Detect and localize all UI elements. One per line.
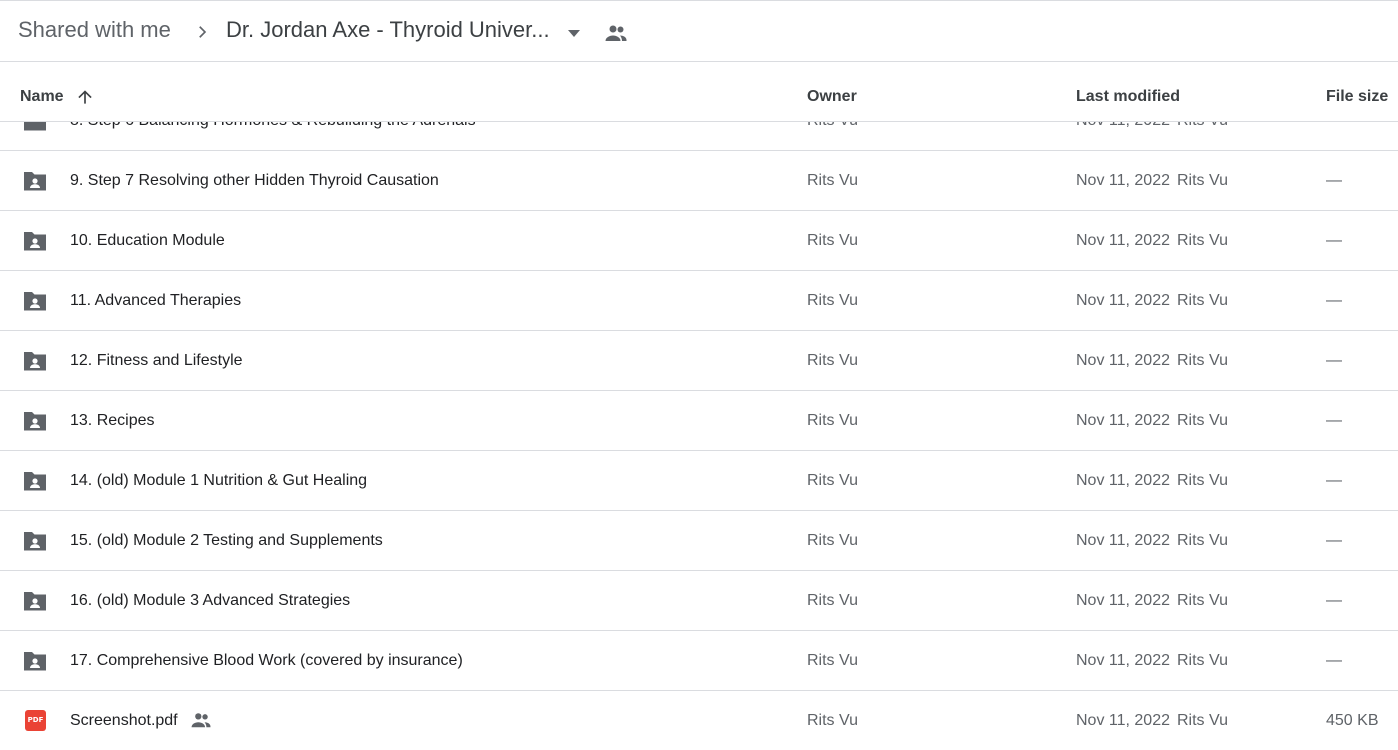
pdf-icon: PDF [25,710,46,731]
file-modified-by: Rits Vu [1177,122,1228,130]
breadcrumb-shared-with-me[interactable]: Shared with me [18,17,171,43]
column-header-row: Name Owner Last modified File size [0,62,1398,122]
file-modified-date: Nov 11, 2022 [1076,532,1170,549]
file-owner: Rits Vu [807,122,858,130]
table-row[interactable]: 8. Step 6 Balancing Hormones & Rebuildin… [0,122,1398,151]
file-owner: Rits Vu [807,232,858,249]
file-name: 16. (old) Module 3 Advanced Strategies [70,592,351,609]
file-modified-date: Nov 11, 2022 [1076,652,1170,669]
shared-folder-icon [24,412,46,431]
table-row[interactable]: 15. (old) Module 2 Testing and Supplemen… [0,511,1398,571]
shared-folder-icon [24,652,46,671]
file-name: 15. (old) Module 2 Testing and Supplemen… [70,532,383,549]
file-size: — [1326,652,1342,669]
file-owner: Rits Vu [807,712,858,729]
file-modified-by: Rits Vu [1177,472,1228,489]
table-row[interactable]: 10. Education Module Rits Vu Nov 11, 202… [0,211,1398,271]
people-icon[interactable] [604,23,628,43]
shared-folder-icon [24,592,46,611]
file-modified-by: Rits Vu [1177,412,1228,429]
file-modified-by: Rits Vu [1177,532,1228,549]
column-header-name[interactable]: Name [20,88,64,106]
table-row[interactable]: PDF Screenshot.pdf Rits Vu Nov 11, 2022 … [0,691,1398,750]
file-modified-date: Nov 11, 2022 [1076,122,1170,130]
file-modified-date: Nov 11, 2022 [1076,232,1170,249]
caret-down-icon[interactable] [565,26,583,40]
breadcrumb-current-folder[interactable]: Dr. Jordan Axe - Thyroid Univer... [226,17,550,43]
file-list: 8. Step 6 Balancing Hormones & Rebuildin… [0,122,1398,750]
table-row[interactable]: 11. Advanced Therapies Rits Vu Nov 11, 2… [0,271,1398,331]
file-owner: Rits Vu [807,292,858,309]
file-modified-date: Nov 11, 2022 [1076,472,1170,489]
file-name: 17. Comprehensive Blood Work (covered by… [70,652,463,669]
shared-folder-icon [24,472,46,491]
file-modified-by: Rits Vu [1177,172,1228,189]
column-header-owner[interactable]: Owner [807,88,857,106]
file-size: — [1326,232,1342,249]
shared-folder-icon [24,352,46,371]
table-row[interactable]: 14. (old) Module 1 Nutrition & Gut Heali… [0,451,1398,511]
file-modified-date: Nov 11, 2022 [1076,712,1170,729]
file-owner: Rits Vu [807,592,858,609]
file-name: 11. Advanced Therapies [70,292,242,309]
shared-folder-icon [24,232,46,251]
file-name: 14. (old) Module 1 Nutrition & Gut Heali… [70,472,368,489]
shared-folder-icon [24,122,46,131]
table-row[interactable]: 17. Comprehensive Blood Work (covered by… [0,631,1398,691]
file-owner: Rits Vu [807,412,858,429]
shared-folder-icon [24,532,46,551]
file-owner: Rits Vu [807,172,858,189]
file-modified-by: Rits Vu [1177,652,1228,669]
file-name: 12. Fitness and Lifestyle [70,352,243,369]
table-row[interactable]: 9. Step 7 Resolving other Hidden Thyroid… [0,151,1398,211]
file-size: — [1326,592,1342,609]
file-name: 8. Step 6 Balancing Hormones & Rebuildin… [70,122,476,130]
table-row[interactable]: 12. Fitness and Lifestyle Rits Vu Nov 11… [0,331,1398,391]
file-modified-by: Rits Vu [1177,292,1228,309]
file-size: — [1326,172,1342,189]
table-row[interactable]: 13. Recipes Rits Vu Nov 11, 2022 Rits Vu… [0,391,1398,451]
table-row[interactable]: 16. (old) Module 3 Advanced Strategies R… [0,571,1398,631]
file-size: — [1326,532,1342,549]
column-header-file-size[interactable]: File size [1326,88,1388,106]
file-modified-by: Rits Vu [1177,232,1228,249]
file-owner: Rits Vu [807,652,858,669]
file-size: — [1326,472,1342,489]
file-size: 450 KB [1326,712,1379,729]
file-name: Screenshot.pdf [70,712,178,729]
file-modified-date: Nov 11, 2022 [1076,292,1170,309]
column-header-last-modified[interactable]: Last modified [1076,88,1180,106]
people-icon [191,713,211,728]
file-owner: Rits Vu [807,532,858,549]
file-modified-by: Rits Vu [1177,712,1228,729]
file-owner: Rits Vu [807,472,858,489]
file-size: — [1326,352,1342,369]
chevron-right-icon [199,26,207,38]
file-modified-by: Rits Vu [1177,592,1228,609]
file-name: 9. Step 7 Resolving other Hidden Thyroid… [70,172,439,189]
breadcrumb: Shared with me Dr. Jordan Axe - Thyroid … [0,0,1398,62]
file-modified-date: Nov 11, 2022 [1076,172,1170,189]
file-modified-date: Nov 11, 2022 [1076,412,1170,429]
shared-folder-icon [24,292,46,311]
file-modified-by: Rits Vu [1177,352,1228,369]
arrow-up-icon[interactable] [75,87,95,107]
file-owner: Rits Vu [807,352,858,369]
file-name: 13. Recipes [70,412,155,429]
file-modified-date: Nov 11, 2022 [1076,352,1170,369]
file-modified-date: Nov 11, 2022 [1076,592,1170,609]
file-size: — [1326,412,1342,429]
file-size: — [1326,292,1342,309]
shared-folder-icon [24,172,46,191]
file-name: 10. Education Module [70,232,225,249]
